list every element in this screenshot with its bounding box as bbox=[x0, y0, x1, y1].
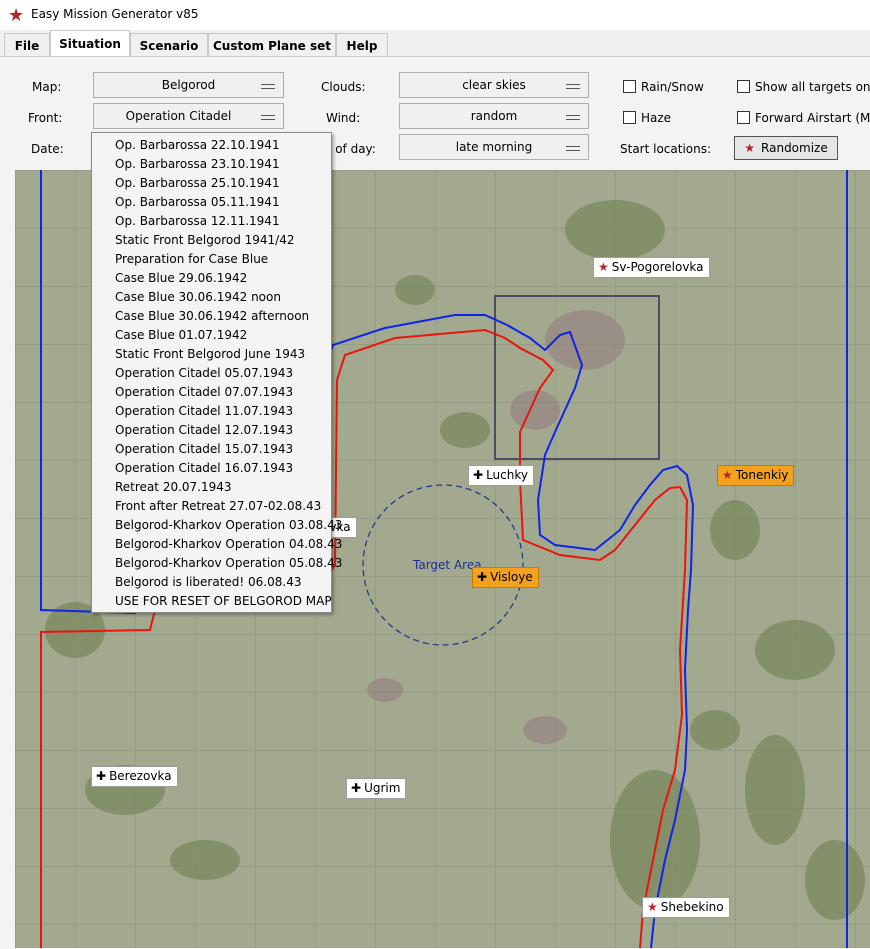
rain-snow-checkbox[interactable] bbox=[623, 80, 636, 93]
cross-icon: ✚ bbox=[477, 570, 488, 584]
front-option[interactable]: Operation Citadel 12.07.1943 bbox=[92, 421, 331, 440]
location-label: Visloye bbox=[490, 570, 533, 584]
clouds-select[interactable]: clear skies bbox=[399, 72, 589, 98]
tab-bar: File Situation Scenario Custom Plane set… bbox=[0, 30, 870, 57]
title-bar: ★ Easy Mission Generator v85 bbox=[0, 0, 870, 30]
star-icon: ★ bbox=[598, 260, 609, 274]
front-option[interactable]: Case Blue 01.07.1942 bbox=[92, 326, 331, 345]
show-all-targets-label: Show all targets on m bbox=[755, 80, 870, 94]
cross-icon: ✚ bbox=[96, 769, 107, 783]
front-option[interactable]: Operation Citadel 07.07.1943 bbox=[92, 383, 331, 402]
location-label: Sv-Pogorelovka bbox=[611, 260, 704, 274]
tab-scenario[interactable]: Scenario bbox=[130, 33, 208, 57]
front-option[interactable]: Retreat 20.07.1943 bbox=[92, 478, 331, 497]
show-all-targets-checkbox[interactable] bbox=[737, 80, 750, 93]
wind-select[interactable]: random bbox=[399, 103, 589, 129]
tab-help[interactable]: Help bbox=[336, 33, 388, 57]
front-option[interactable]: Op. Barbarossa 25.10.1941 bbox=[92, 174, 331, 193]
front-option[interactable]: Operation Citadel 05.07.1943 bbox=[92, 364, 331, 383]
location-visloye[interactable]: ✚ Visloye bbox=[472, 567, 539, 588]
front-option[interactable]: Op. Barbarossa 23.10.1941 bbox=[92, 155, 331, 174]
front-option[interactable]: Case Blue 29.06.1942 bbox=[92, 269, 331, 288]
location-berezovka[interactable]: ✚ Berezovka bbox=[91, 766, 178, 787]
front-option[interactable]: Belgorod-Kharkov Operation 03.08.43 bbox=[92, 516, 342, 535]
front-dropdown-list[interactable]: Op. Barbarossa 22.10.1941 Op. Barbarossa … bbox=[91, 132, 342, 613]
dropdown-arrow-icon bbox=[566, 146, 580, 151]
front-option[interactable]: Case Blue 30.06.1942 afternoon bbox=[92, 307, 331, 326]
front-option[interactable]: Front after Retreat 27.07-02.08.43 bbox=[92, 497, 331, 516]
front-option[interactable]: Op. Barbarossa 22.10.1941 bbox=[92, 136, 331, 155]
front-option[interactable]: Belgorod-Kharkov Operation 05.08.43 bbox=[92, 554, 342, 573]
cross-icon: ✚ bbox=[351, 781, 362, 795]
clouds-label: Clouds: bbox=[321, 80, 366, 94]
forward-airstart-label: Forward Airstart (MP) bbox=[755, 111, 870, 125]
randomize-button[interactable]: ★ Randomize bbox=[734, 136, 838, 160]
front-option[interactable]: Operation Citadel 16.07.1943 bbox=[92, 459, 331, 478]
tab-file[interactable]: File bbox=[4, 33, 50, 57]
dropdown-arrow-icon bbox=[261, 84, 275, 89]
date-label: Date: bbox=[31, 142, 64, 156]
front-option[interactable]: Op. Barbarossa 12.11.1941 bbox=[92, 212, 331, 231]
dropdown-arrow-icon bbox=[261, 115, 275, 120]
front-option[interactable]: Belgorod-Kharkov Operation 04.08.43 bbox=[92, 535, 342, 554]
tab-situation[interactable]: Situation bbox=[50, 30, 130, 57]
dropdown-arrow-icon bbox=[566, 115, 580, 120]
front-option[interactable]: Operation Citadel 11.07.1943 bbox=[92, 402, 331, 421]
front-option[interactable]: Static Front Belgorod 1941/42 bbox=[92, 231, 331, 250]
star-icon: ★ bbox=[647, 900, 658, 914]
location-tonenkiy[interactable]: ★ Tonenkiy bbox=[717, 465, 795, 486]
front-label: Front: bbox=[28, 111, 63, 125]
location-label: Ugrim bbox=[364, 781, 401, 795]
haze-checkbox[interactable] bbox=[623, 111, 636, 124]
location-label: Shebekino bbox=[660, 900, 724, 914]
front-option[interactable]: Static Front Belgorod June 1943 bbox=[92, 345, 331, 364]
wind-select-value: random bbox=[470, 109, 518, 123]
front-select[interactable]: Operation Citadel 12.07.1943 bbox=[93, 103, 284, 147]
map-select-value: Belgorod bbox=[161, 78, 216, 92]
start-locations-label: Start locations: bbox=[620, 142, 712, 156]
location-shebekino[interactable]: ★ Shebekino bbox=[642, 897, 730, 918]
location-luchky[interactable]: ✚ Luchky bbox=[468, 465, 534, 486]
front-option[interactable]: Op. Barbarossa 05.11.1941 bbox=[92, 193, 331, 212]
cross-icon: ✚ bbox=[473, 468, 484, 482]
rain-snow-label: Rain/Snow bbox=[641, 80, 704, 94]
front-option[interactable]: USE FOR RESET OF BELGOROD MAP bbox=[92, 592, 332, 611]
clouds-select-value: clear skies bbox=[462, 78, 526, 92]
location-sv-pogorelovka[interactable]: ★ Sv-Pogorelovka bbox=[593, 257, 710, 278]
tab-custom-plane-set[interactable]: Custom Plane set bbox=[208, 33, 336, 57]
wind-label: Wind: bbox=[326, 111, 361, 125]
front-option[interactable]: Belgorod is liberated! 06.08.43 bbox=[92, 573, 331, 592]
window-title: Easy Mission Generator v85 bbox=[31, 7, 199, 21]
forward-airstart-checkbox[interactable] bbox=[737, 111, 750, 124]
map-select[interactable]: Belgorod bbox=[93, 72, 284, 98]
time-of-day-select[interactable]: late morning bbox=[399, 134, 589, 160]
star-icon: ★ bbox=[744, 141, 756, 155]
location-label: Tonenkiy bbox=[735, 468, 789, 482]
location-label: Luchky bbox=[486, 468, 528, 482]
front-option[interactable]: Case Blue 30.06.1942 noon bbox=[92, 288, 331, 307]
map-label: Map: bbox=[32, 80, 62, 94]
star-icon: ★ bbox=[722, 468, 733, 482]
location-label: Berezovka bbox=[109, 769, 172, 783]
haze-label: Haze bbox=[641, 111, 672, 125]
time-of-day-select-value: late morning bbox=[455, 140, 533, 154]
randomize-label: Randomize bbox=[761, 141, 828, 155]
star-icon: ★ bbox=[8, 5, 25, 26]
location-ugrim[interactable]: ✚ Ugrim bbox=[346, 778, 407, 799]
front-option[interactable]: Preparation for Case Blue bbox=[92, 250, 331, 269]
front-option[interactable]: Operation Citadel 15.07.1943 bbox=[92, 440, 331, 459]
dropdown-arrow-icon bbox=[566, 84, 580, 89]
